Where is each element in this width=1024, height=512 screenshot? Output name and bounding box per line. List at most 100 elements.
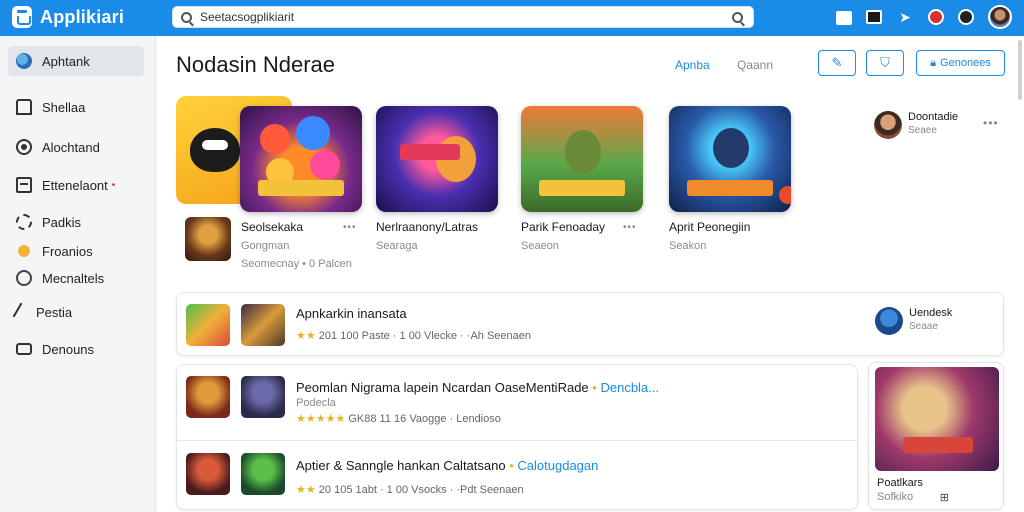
row-user[interactable]: Uendesk Seaae [875,307,952,335]
app-icon [241,453,285,495]
sidebar-item-alochtand[interactable]: Alochtand [8,132,144,162]
featured-title: Aprit Peonegiin [669,220,751,234]
sidebar: Aphtank Shellaa Alochtand Ettenelaont • … [0,36,156,512]
lock-icon: 🔒︎ [930,56,937,69]
featured-title: Parik Fenoaday [521,220,606,234]
tab-qaann[interactable]: Qaann [737,58,773,72]
user-sub: Seaee [908,125,937,136]
dot-icon: • [509,458,514,473]
sidebar-item-padkis[interactable]: Padkis [8,207,144,237]
sidebar-item-froanios[interactable]: Froanios [8,236,144,266]
list-row-1[interactable]: Apnkarkin inansata ★★ 201 100 Paste · 1 … [176,292,1004,356]
app-icon [241,304,285,346]
app-thumbnail[interactable] [185,217,231,261]
globe-icon [16,53,32,69]
game-art-image [875,367,999,471]
side-card[interactable]: Poatlkars Sofkiko ⊞ [868,362,1004,510]
page-title: Nodasin Nderae [176,52,335,77]
featured-meta-4[interactable]: Aprit Peonegiin Seakon [669,220,750,252]
pen-icon [12,302,30,322]
featured-card-3[interactable] [521,106,643,212]
bag-icon[interactable] [836,11,852,25]
row-title[interactable]: Aptier & Sanngle hankan Caltatsano • Cal… [296,458,598,473]
search-submit-icon[interactable] [732,12,743,23]
featured-title: Nerlraanony/Latras [376,220,479,234]
send-icon[interactable]: ➤ [896,8,914,26]
row-link[interactable]: Dencbla... [600,380,659,395]
app-logo-icon [12,6,32,28]
tab-apnba[interactable]: Apnba [675,58,710,72]
featured-meta-1[interactable]: Seolsekaka Gongman Seomecnay • 0 Palcen [241,220,352,270]
top-icons: ➤ [836,5,1012,29]
sidebar-item-label: Shellaa [42,99,86,115]
search-input[interactable] [200,10,720,24]
featured-subtitle: Seakon [669,240,707,252]
ring-icon [16,270,32,286]
row-stats: 201 100 Paste · 1 00 Vlecke · ·Ah Seenae… [318,330,531,342]
sidebar-item-label: Ettenelaont [42,177,108,193]
sidebar-item-label: Padkis [42,214,82,230]
row-title[interactable]: Apnkarkin inansata [296,306,407,321]
pencil-icon: ✎ [831,55,843,70]
sidebar-item-denouns[interactable]: Denouns [8,334,144,364]
row-link[interactable]: Calotugdagan [517,458,598,473]
row-meta: ★★ 201 100 Paste · 1 00 Vlecke · ·Ah See… [296,329,531,342]
sidebar-item-label: Froanios [42,243,93,259]
user-avatar [874,111,902,139]
user-sub: Seaae [909,321,938,332]
row-sub: Podecla [296,397,336,409]
rating-stars: ★★ [296,484,316,496]
user-avatar[interactable] [988,5,1012,29]
sidebar-item-shellaa[interactable]: Shellaa [8,92,144,122]
featured-card-4[interactable] [669,106,791,212]
featured-subtitle: Searaga [376,240,418,252]
row-title-text: Peomlan Nigrama lapein Ncardan OaseMenti… [296,380,589,395]
featured-user[interactable]: Doontadie Seaee [874,111,958,139]
featured-meta-2[interactable]: Nerlraanony/Latras Searaga [376,220,478,252]
more-options-icon[interactable]: ••• [983,116,999,130]
user-name: Doontadie [908,111,959,123]
row-title[interactable]: Peomlan Nigrama lapein Ncardan OaseMenti… [296,380,659,395]
app-icon [241,376,285,418]
sidebar-item-ettenelaont[interactable]: Ettenelaont • [8,170,144,200]
scrollbar[interactable] [1018,40,1022,100]
primary-button-label: Genonees [940,57,991,69]
app-name: Applikiari [40,6,125,27]
notification-icon[interactable] [928,9,944,25]
settings-icon[interactable] [958,9,974,25]
side-card-sub: Sofkiko [877,491,914,503]
app-icon [186,376,230,418]
dot-icon: • [592,380,597,395]
side-card-title: Poatlkars [877,477,923,489]
featured-card-2[interactable] [376,106,498,212]
search-bar[interactable] [172,6,754,28]
row-meta: ★★ 20 105 1abt · 1 00 Vsocks · ·Pdt Seen… [296,483,524,496]
sidebar-item-aphtank[interactable]: Aphtank [8,46,144,76]
sidebar-item-label: Denouns [42,341,95,357]
new-badge: • [111,179,116,191]
app-icon [186,453,230,495]
more-options-icon[interactable]: ••• [623,222,637,233]
row-stats: GK88 11 16 Vaogge · Lendioso [348,413,501,425]
list-panel: Peomlan Nigrama lapein Ncardan OaseMenti… [176,364,859,510]
edit-button[interactable]: ✎ [818,50,856,76]
sidebar-item-label: Pestia [36,304,73,320]
sidebar-item-pestia[interactable]: Pestia [8,297,144,327]
box-icon [16,177,32,193]
row-title-text: Aptier & Sanngle hankan Caltatsano [296,458,506,473]
shield-icon: ⛉ [880,55,890,70]
bookmark-icon[interactable]: ⊞ [940,491,949,504]
save-button[interactable]: ⛉ [866,50,904,76]
home-icon [16,99,32,115]
featured-meta-3[interactable]: Parik Fenoaday Seaeon [521,220,605,252]
sidebar-item-label: Mecnaltels [42,270,105,286]
sidebar-item-mecnaltels[interactable]: Mecnaltels [8,263,144,293]
primary-button[interactable]: 🔒︎ Genonees [916,50,1005,76]
store-icon[interactable] [866,10,882,24]
row-stats: 20 105 1abt · 1 00 Vsocks · ·Pdt Seenaen [318,484,524,496]
sidebar-item-label: Alochtand [42,139,100,155]
more-options-icon[interactable]: ••• [343,222,357,233]
featured-card-1[interactable] [240,106,362,212]
rating-stars: ★★ [296,330,316,342]
brand[interactable]: Applikiari [12,6,124,28]
